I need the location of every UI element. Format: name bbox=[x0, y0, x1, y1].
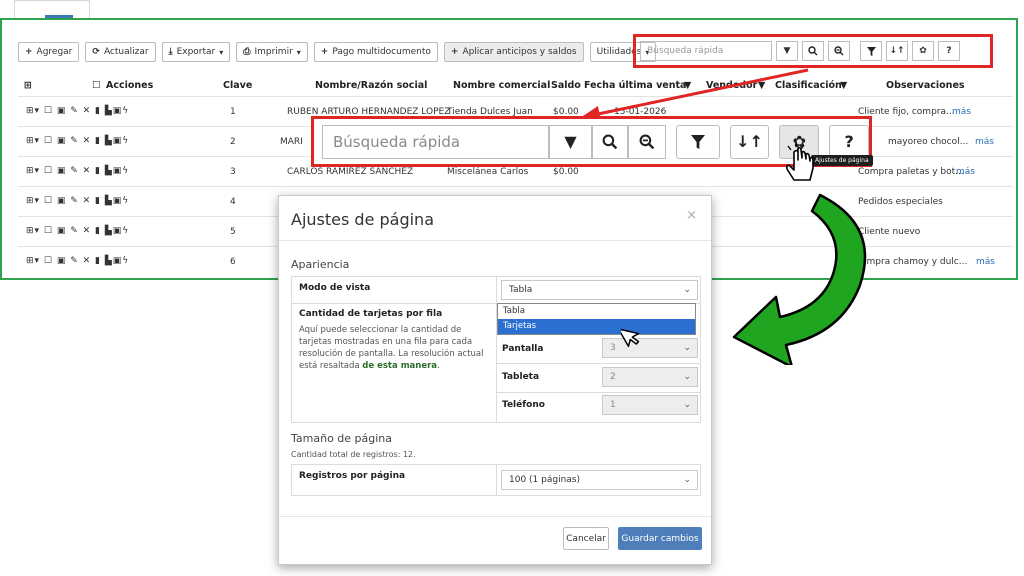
filter-icon bbox=[690, 134, 705, 149]
registros-select[interactable]: 100 (1 páginas) ⌄ bbox=[501, 470, 698, 490]
row-divider bbox=[497, 392, 700, 393]
sort-button-zoom[interactable]: ↓↑ bbox=[729, 124, 770, 159]
registros-label: Registros por página bbox=[299, 471, 406, 481]
hand-cursor-icon bbox=[786, 142, 814, 181]
telefono-label: Teléfono bbox=[502, 400, 545, 410]
modo-select[interactable]: Tabla ⌄ bbox=[501, 280, 698, 300]
settings-tooltip: Ajustes de página bbox=[811, 155, 873, 166]
search-button-zoom[interactable] bbox=[592, 124, 629, 159]
caret-down-icon: ▼ bbox=[564, 132, 577, 151]
column-divider bbox=[496, 465, 497, 495]
modo-label: Modo de vista bbox=[299, 283, 371, 293]
curved-green-arrow bbox=[732, 193, 867, 365]
chevron-down-icon: ⌄ bbox=[683, 343, 691, 353]
option-tabla[interactable]: Tabla bbox=[498, 304, 695, 319]
modo-dropdown-list: Tabla Tarjetas bbox=[497, 303, 696, 335]
row-divider bbox=[497, 363, 700, 364]
column-divider bbox=[496, 277, 497, 422]
option-tarjetas[interactable]: Tarjetas bbox=[498, 319, 695, 334]
help-button-zoom[interactable]: ? bbox=[829, 124, 869, 159]
pantalla-select[interactable]: 3 ⌄ bbox=[602, 338, 698, 358]
sort-icon: ↓↑ bbox=[736, 132, 763, 151]
arrow-cursor-icon bbox=[621, 328, 640, 348]
search-dropdown-toggle-zoom[interactable]: ▼ bbox=[548, 124, 593, 159]
search-icon bbox=[602, 134, 618, 149]
page-size-table: Registros por página 100 (1 páginas) ⌄ bbox=[291, 464, 701, 496]
tarjetas-label: Cantidad de tarjetas por fila bbox=[299, 309, 443, 319]
divider bbox=[279, 516, 711, 517]
save-button[interactable]: Guardar cambios bbox=[618, 527, 702, 550]
section-apariencia: Apariencia bbox=[291, 258, 350, 271]
page-settings-modal: Ajustes de página × Apariencia Modo de v… bbox=[278, 195, 712, 565]
divider bbox=[279, 240, 711, 241]
chevron-down-icon: ⌄ bbox=[683, 475, 691, 485]
modal-title: Ajustes de página bbox=[291, 210, 434, 229]
appearance-table: Modo de vista Tabla ⌄ Cantidad de tarjeta… bbox=[291, 276, 701, 423]
tableta-select[interactable]: 2 ⌄ bbox=[602, 367, 698, 387]
chevron-down-icon: ⌄ bbox=[683, 400, 691, 410]
clear-search-button-zoom[interactable] bbox=[628, 124, 666, 159]
search-input-zoom[interactable]: Búsqueda rápida bbox=[322, 124, 549, 159]
close-icon[interactable]: × bbox=[686, 208, 697, 223]
help-icon: ? bbox=[844, 132, 854, 151]
chevron-down-icon: ⌄ bbox=[683, 285, 691, 295]
telefono-select[interactable]: 1 ⌄ bbox=[602, 395, 698, 415]
cancel-button[interactable]: Cancelar bbox=[563, 527, 609, 550]
section-tamano: Tamaño de página bbox=[291, 432, 393, 445]
pantalla-label: Pantalla bbox=[502, 344, 544, 354]
record-count: Cantidad total de registros: 12. bbox=[291, 450, 416, 459]
zoom-out-icon bbox=[639, 134, 655, 149]
tableta-label: Tableta bbox=[502, 372, 540, 382]
filter-button-zoom[interactable] bbox=[675, 124, 720, 159]
chevron-down-icon: ⌄ bbox=[683, 372, 691, 382]
tarjetas-description: Aquí puede seleccionar la cantidad de ta… bbox=[299, 325, 484, 371]
